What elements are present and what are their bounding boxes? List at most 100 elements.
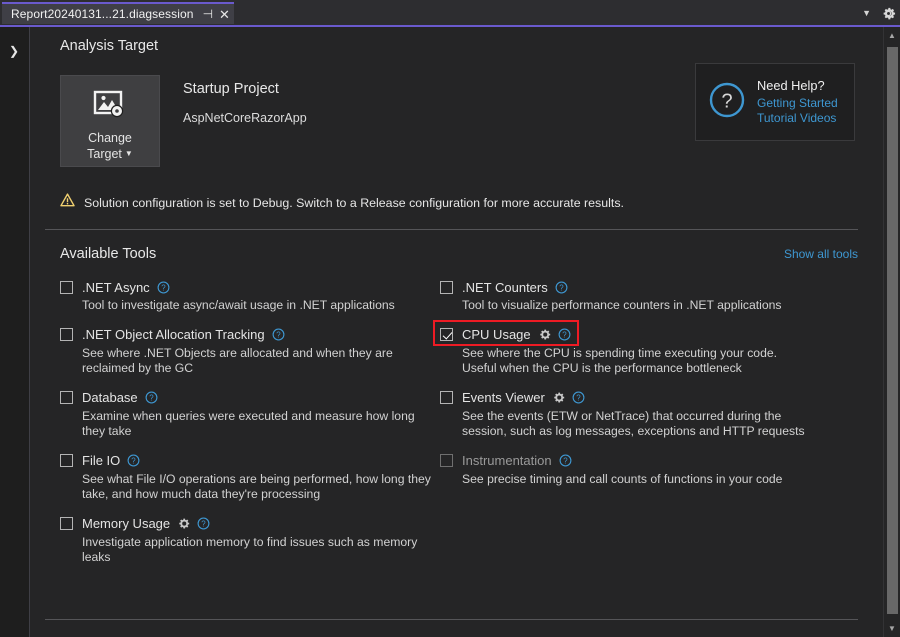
svg-text:?: ?: [721, 90, 732, 112]
document-tab-diagsession[interactable]: Report20240131...21.diagsession ⊣ ✕: [2, 2, 234, 24]
gear-icon[interactable]: [552, 391, 565, 404]
tool-header[interactable]: Instrumentation ?: [440, 452, 820, 470]
tool-header[interactable]: Database ?: [60, 389, 440, 407]
tool-description: See where .NET Objects are allocated and…: [82, 346, 434, 377]
change-target-button[interactable]: Change Target▼: [60, 75, 160, 167]
tools-grid: .NET Async ? Tool to investigate async/a…: [31, 278, 883, 578]
scroll-down-arrow-icon[interactable]: ▼: [884, 620, 900, 637]
need-help-text: Need Help? Getting Started Tutorial Vide…: [757, 78, 838, 127]
tool-name: Events Viewer: [462, 390, 545, 405]
tool-header[interactable]: CPU Usage ?: [440, 326, 820, 344]
tools-column-right: .NET Counters ? Tool to visualize perfor…: [440, 278, 820, 578]
tool-header[interactable]: .NET Object Allocation Tracking ?: [60, 326, 440, 344]
svg-text:?: ?: [576, 394, 581, 403]
tool-cpu-usage: CPU Usage ? See where the CPU i: [440, 326, 820, 377]
help-icon[interactable]: ?: [272, 328, 285, 341]
svg-text:?: ?: [563, 457, 568, 466]
need-help-box: ? Need Help? Getting Started Tutorial Vi…: [695, 63, 855, 141]
show-all-tools-link[interactable]: Show all tools: [784, 247, 858, 261]
performance-profiler-window: Report20240131...21.diagsession ⊣ ✕ ▼ ❯ …: [0, 0, 900, 637]
tool-header[interactable]: .NET Counters ?: [440, 278, 820, 296]
help-circle-icon: ?: [707, 80, 747, 125]
svg-text:?: ?: [132, 457, 137, 466]
warning-triangle-icon: [60, 193, 75, 212]
tool-file-io: File IO ? See what File I/O operations a…: [60, 452, 440, 503]
close-icon[interactable]: ✕: [219, 8, 230, 21]
tool-header[interactable]: Events Viewer ?: [440, 389, 820, 407]
profiler-main-panel: Analysis Target Change Ta: [31, 27, 883, 637]
tool-description: Investigate application memory to find i…: [82, 535, 434, 566]
tool-header[interactable]: File IO ?: [60, 452, 440, 470]
tool-name: Database: [82, 390, 138, 405]
divider-above-footer: [45, 619, 858, 620]
checkbox-memory-usage[interactable]: [60, 517, 73, 530]
divider-above-tools: [45, 229, 858, 230]
getting-started-link[interactable]: Getting Started: [757, 96, 838, 112]
tool-net-counters: .NET Counters ? Tool to visualize perfor…: [440, 278, 820, 314]
change-target-icon: [93, 90, 127, 125]
tool-instrumentation: Instrumentation ? See precise timing and…: [440, 452, 820, 488]
left-gutter: ❯: [0, 27, 30, 637]
tool-name: .NET Counters: [462, 280, 548, 295]
tool-description: See what File I/O operations are being p…: [82, 472, 434, 503]
svg-text:?: ?: [562, 331, 567, 340]
tool-description: Tool to investigate async/await usage in…: [82, 298, 434, 314]
chevron-right-icon[interactable]: ❯: [9, 45, 19, 57]
analysis-target-heading: Analysis Target: [31, 38, 883, 54]
scrollbar-thumb[interactable]: [887, 47, 898, 614]
startup-project-name: AspNetCoreRazorApp: [183, 111, 307, 125]
checkbox-net-counters[interactable]: [440, 281, 453, 294]
tool-net-async: .NET Async ? Tool to investigate async/a…: [60, 278, 440, 314]
gear-icon[interactable]: [538, 328, 551, 341]
configuration-warning: Solution configuration is set to Debug. …: [31, 193, 883, 212]
gear-icon[interactable]: [881, 6, 896, 21]
available-tools-heading: Available Tools: [60, 246, 156, 262]
svg-text:?: ?: [161, 283, 166, 292]
startup-project-info: Startup Project AspNetCoreRazorApp: [160, 75, 307, 125]
change-target-label-line2: Target▼: [87, 146, 133, 162]
pin-icon[interactable]: ⊣: [203, 8, 213, 20]
checkbox-cpu-usage[interactable]: [440, 328, 453, 341]
help-icon[interactable]: ?: [157, 281, 170, 294]
scroll-up-arrow-icon[interactable]: ▲: [884, 27, 900, 44]
checkbox-events-viewer[interactable]: [440, 391, 453, 404]
checkbox-file-io[interactable]: [60, 454, 73, 467]
tool-header[interactable]: .NET Async ?: [60, 278, 440, 296]
title-bar-controls: ▼: [862, 2, 896, 24]
help-icon[interactable]: ?: [145, 391, 158, 404]
svg-text:?: ?: [559, 283, 564, 292]
checkbox-instrumentation[interactable]: [440, 454, 453, 467]
tab-title: Report20240131...21.diagsession: [11, 7, 194, 21]
tool-name: .NET Object Allocation Tracking: [82, 327, 265, 342]
change-target-label-line1: Change: [88, 130, 132, 146]
title-bar: Report20240131...21.diagsession ⊣ ✕ ▼: [0, 0, 900, 27]
help-icon[interactable]: ?: [555, 281, 568, 294]
available-tools-header: Available Tools Show all tools: [31, 246, 883, 262]
gear-icon[interactable]: [177, 517, 190, 530]
configuration-warning-text: Solution configuration is set to Debug. …: [84, 196, 624, 210]
tool-name: File IO: [82, 453, 120, 468]
svg-text:?: ?: [149, 394, 154, 403]
checkbox-database[interactable]: [60, 391, 73, 404]
tutorial-videos-link[interactable]: Tutorial Videos: [757, 111, 838, 127]
tool-database: Database ? Examine when queries were exe…: [60, 389, 440, 440]
tool-description: See the events (ETW or NetTrace) that oc…: [462, 409, 814, 440]
help-icon[interactable]: ?: [558, 328, 571, 341]
tool-name: .NET Async: [82, 280, 150, 295]
tools-column-left: .NET Async ? Tool to investigate async/a…: [60, 278, 440, 578]
checkbox-net-object-allocation-tracking[interactable]: [60, 328, 73, 341]
help-icon[interactable]: ?: [559, 454, 572, 467]
chevron-down-icon: ▼: [125, 149, 133, 158]
svg-text:?: ?: [201, 520, 206, 529]
need-help-title: Need Help?: [757, 78, 838, 93]
tool-description: See where the CPU is spending time execu…: [462, 346, 814, 377]
help-icon[interactable]: ?: [127, 454, 140, 467]
tool-net-object-allocation-tracking: .NET Object Allocation Tracking ? See wh…: [60, 326, 440, 377]
tool-events-viewer: Events Viewer ? See the events (ETW or N…: [440, 389, 820, 440]
checkbox-net-async[interactable]: [60, 281, 73, 294]
vertical-scrollbar[interactable]: ▲ ▼: [883, 27, 900, 637]
chevron-down-icon[interactable]: ▼: [862, 8, 871, 18]
help-icon[interactable]: ?: [572, 391, 585, 404]
help-icon[interactable]: ?: [197, 517, 210, 530]
tool-header[interactable]: Memory Usage ?: [60, 515, 440, 533]
